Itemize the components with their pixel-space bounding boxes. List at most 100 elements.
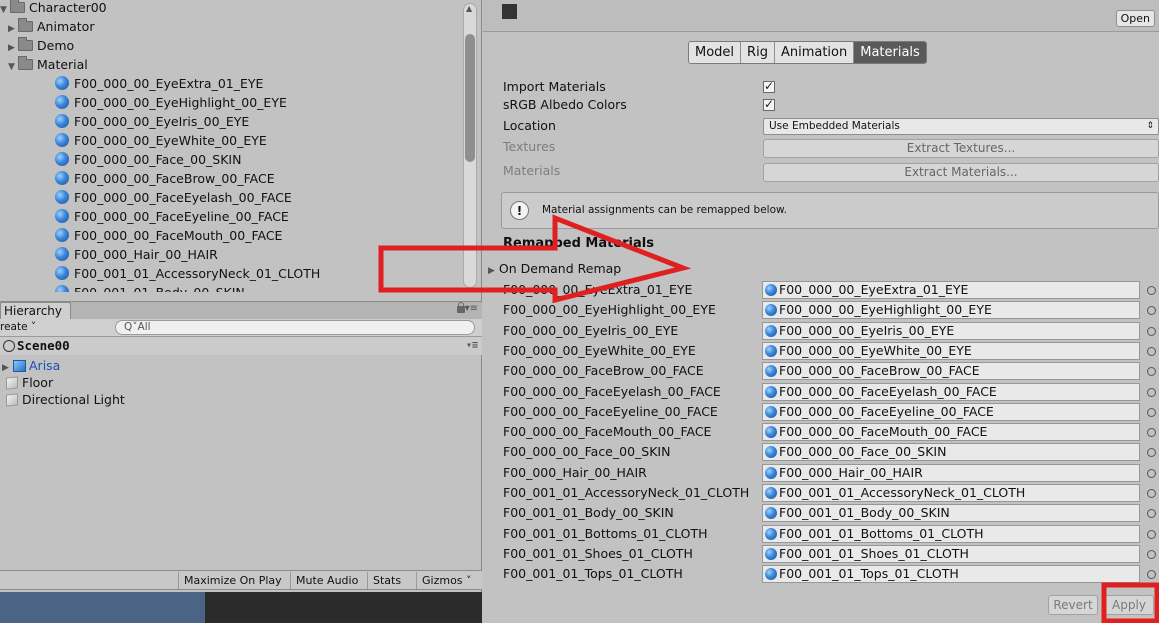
help-box: ! Material assignments can be remapped b… [501,192,1159,229]
hierarchy-item[interactable]: ▶ Arisa [0,357,60,374]
location-dropdown[interactable]: Use Embedded Materials ⇕ [763,118,1159,135]
import-materials-checkbox[interactable] [763,79,775,93]
object-picker-icon[interactable] [1147,468,1156,478]
material-object-field[interactable]: F00_000_00_EyeIris_00_EYE [762,321,1140,340]
object-picker-icon[interactable] [1147,286,1156,295]
object-picker-icon[interactable] [1147,407,1156,417]
hierarchy-item[interactable]: Directional Light [0,391,125,408]
material-icon [765,426,777,439]
tab-materials[interactable]: Materials [854,42,926,63]
material-object-field[interactable]: F00_000_00_FaceMouth_00_FACE [762,423,1140,442]
object-picker-icon[interactable] [1147,346,1156,356]
material-item[interactable]: F00_000_00_FaceEyeline_00_FACE [55,207,289,226]
folder-icon [18,56,33,70]
object-picker-icon[interactable] [1147,570,1156,580]
hierarchy-item[interactable]: Floor [0,374,53,391]
folder-icon [18,18,33,32]
panel-menu-icon[interactable]: ▾≡ [465,303,478,314]
on-demand-remap-foldout[interactable]: ▶ On Demand Remap [488,259,621,281]
project-scrollbar[interactable]: ▲ [463,3,477,288]
material-object-field[interactable]: F00_000_00_EyeHighlight_00_EYE [762,301,1140,320]
object-picker-icon[interactable] [1147,306,1156,316]
scene-menu-icon[interactable]: ▾≡ [466,337,478,355]
hierarchy-search-input[interactable]: Q˅All [115,320,475,335]
material-item[interactable]: F00_000_Hair_00_HAIR [55,245,218,264]
material-item[interactable]: F00_000_00_FaceEyelash_00_FACE [55,188,292,207]
material-object-field[interactable]: F00_001_01_Shoes_01_CLOTH [762,544,1140,563]
create-dropdown[interactable]: reate ˅ [0,320,36,335]
srgb-albedo-checkbox[interactable] [763,97,775,111]
game-view [0,592,482,623]
game-toolbar: Maximize On Play Mute Audio Stats Gizmos ˅ [0,570,482,590]
material-item[interactable]: F00_000_00_EyeHighlight_00_EYE [55,93,287,112]
material-object-field[interactable]: F00_001_01_Body_00_SKIN [762,504,1140,523]
project-scroll-thumb[interactable] [465,34,475,162]
import-tabs: Model Rig Animation Materials [688,41,927,64]
scroll-up-icon[interactable]: ▲ [466,4,472,13]
remap-row-label: F00_001_01_Body_00_SKIN [503,505,674,521]
on-demand-remap-label: On Demand Remap [498,261,622,276]
material-item[interactable]: F00_000_00_FaceMouth_00_FACE [55,226,282,245]
material-field-value: F00_000_00_EyeWhite_00_EYE [779,342,972,358]
tab-animation[interactable]: Animation [774,42,855,63]
mute-audio-button[interactable]: Mute Audio [290,572,363,589]
material-object-field[interactable]: F00_001_01_Tops_01_CLOTH [762,565,1140,584]
remap-row-label: F00_001_01_Bottoms_01_CLOTH [503,525,708,541]
folder-item[interactable]: ▶ Demo [8,36,74,55]
folder-item[interactable]: ▶ Animator [8,17,94,36]
object-picker-icon[interactable] [1147,428,1156,438]
dropdown-arrow-icon: ⇕ [1146,121,1154,131]
material-object-field[interactable]: F00_000_00_Face_00_SKIN [762,443,1140,462]
object-picker-icon[interactable] [1147,448,1156,458]
maximize-on-play-button[interactable]: Maximize On Play [178,572,287,589]
material-object-field[interactable]: F00_001_01_AccessoryNeck_01_CLOTH [762,484,1140,502]
model-icon [502,4,517,19]
material-icon [765,568,777,581]
object-picker-icon[interactable] [1147,489,1156,498]
object-picker-icon[interactable] [1147,509,1156,519]
material-icon [765,527,777,540]
folder-icon [10,0,25,13]
material-object-field[interactable]: F00_000_00_EyeWhite_00_EYE [762,341,1140,360]
material-object-field[interactable]: F00_000_00_FaceEyelash_00_FACE [762,382,1140,401]
item-label: F00_000_00_FaceEyelash_00_FACE [74,190,292,205]
material-item[interactable]: F00_001_01_Body_00_SKIN [55,283,245,292]
material-icon [55,247,69,261]
material-item[interactable]: F00_001_01_AccessoryNeck_01_CLOTH [55,264,320,283]
extract-textures-button[interactable]: Extract Textures... [763,139,1159,158]
object-picker-icon[interactable] [1147,529,1156,539]
apply-button[interactable]: Apply [1104,595,1154,615]
stats-button[interactable]: Stats [367,572,406,589]
material-item[interactable]: F00_000_00_EyeWhite_00_EYE [55,131,267,150]
material-icon [55,285,69,292]
revert-button[interactable]: Revert [1048,595,1098,615]
tab-rig[interactable]: Rig [741,42,775,63]
material-icon [765,385,777,398]
object-picker-icon[interactable] [1147,549,1156,559]
material-icon [765,507,777,520]
scene-row[interactable]: Scene00 ▾≡ [0,337,482,355]
hierarchy-tab[interactable]: Hierarchy [0,302,72,320]
material-item[interactable]: F00_000_00_EyeExtra_01_EYE [55,74,263,93]
object-picker-icon[interactable] [1147,387,1156,397]
remap-row-label: F00_001_01_AccessoryNeck_01_CLOTH [503,485,750,500]
material-object-field[interactable]: F00_000_Hair_00_HAIR [762,463,1140,482]
open-button[interactable]: Open [1115,10,1155,27]
material-object-field[interactable]: F00_000_00_FaceEyeline_00_FACE [762,402,1140,421]
material-item[interactable]: F00_000_00_FaceBrow_00_FACE [55,169,275,188]
gizmos-dropdown[interactable]: Gizmos ˅ [416,572,477,589]
material-item[interactable]: F00_000_00_EyeIris_00_EYE [55,112,249,131]
material-object-field[interactable]: F00_001_01_Bottoms_01_CLOTH [762,524,1140,543]
material-object-field[interactable]: F00_000_00_FaceBrow_00_FACE [762,362,1140,381]
tab-model[interactable]: Model [689,42,742,63]
object-picker-icon[interactable] [1147,367,1156,377]
object-picker-icon[interactable] [1147,326,1156,336]
hierarchy-tab-bar: Hierarchy ▾≡ [0,301,482,320]
gameobject-icon [6,376,18,390]
expanded-arrow-icon[interactable]: ▼ [8,58,18,77]
material-object-field[interactable]: F00_000_00_EyeExtra_01_EYE [762,281,1140,299]
folder-item[interactable]: ▼ Character00 [0,0,107,17]
material-item[interactable]: F00_000_00_Face_00_SKIN [55,150,241,169]
extract-materials-button[interactable]: Extract Materials... [763,163,1159,182]
folder-item[interactable]: ▼ Material [8,55,88,74]
